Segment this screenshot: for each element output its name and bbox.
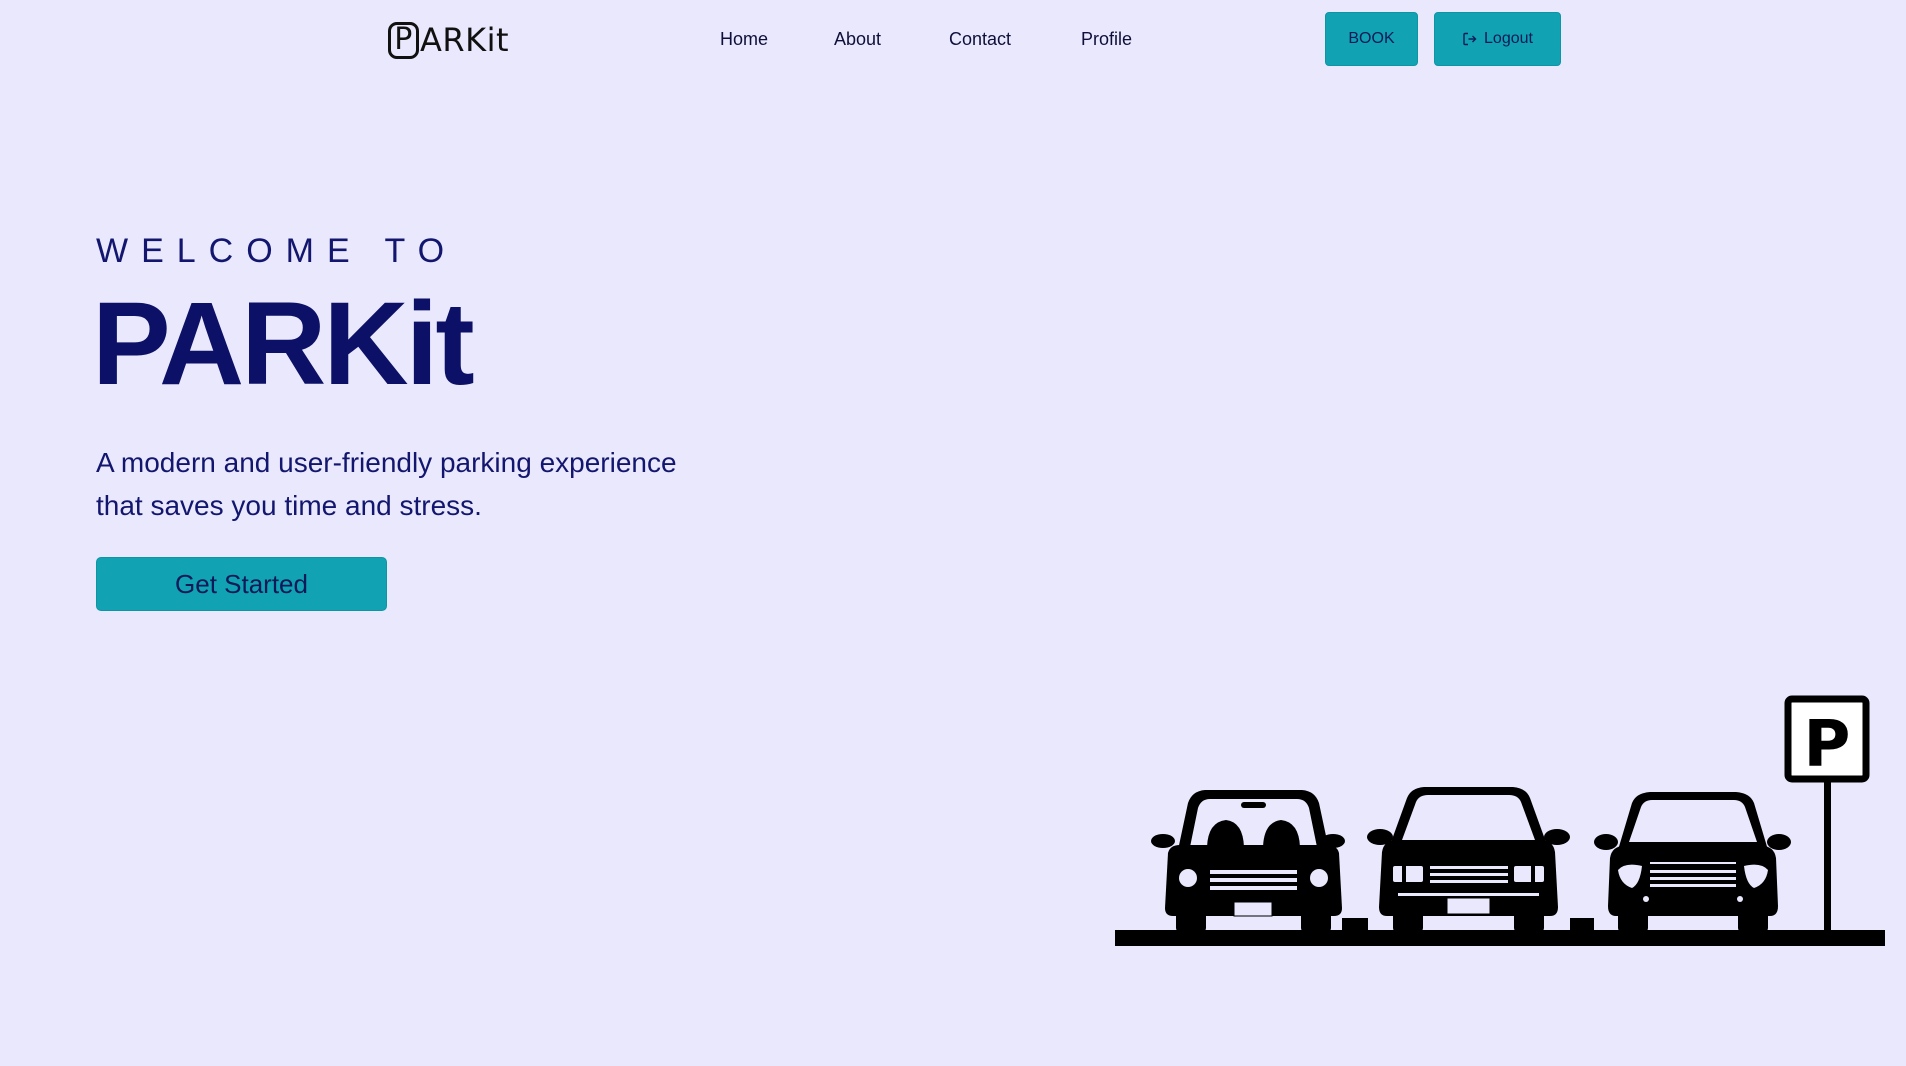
book-button[interactable]: BOOK xyxy=(1325,12,1418,66)
ground-line xyxy=(1115,930,1885,946)
logo-p-badge: P xyxy=(388,21,419,59)
tagline-line-1: A modern and user-friendly parking exper… xyxy=(96,447,677,478)
parking-sign-icon: P xyxy=(1784,695,1870,932)
brand-logo[interactable]: P ARKit xyxy=(388,19,509,61)
nav-profile-link[interactable]: Profile xyxy=(1081,26,1132,52)
nav-home-link[interactable]: Home xyxy=(720,26,768,52)
nav-about-link[interactable]: About xyxy=(834,26,881,52)
logout-icon xyxy=(1463,32,1477,46)
get-started-label: Get Started xyxy=(175,568,308,599)
car-icon xyxy=(1151,790,1345,932)
welcome-eyebrow: WELCOME TO xyxy=(96,232,458,270)
logout-button[interactable]: Logout xyxy=(1434,12,1561,66)
book-button-label: BOOK xyxy=(1348,30,1395,47)
logo-text: ARKit xyxy=(420,21,510,59)
parking-lot-illustration: P xyxy=(1115,695,1885,946)
nav-contact-link[interactable]: Contact xyxy=(949,26,1011,52)
curb-block xyxy=(1570,918,1594,932)
curb-block xyxy=(1342,918,1368,932)
parking-sign-letter: P xyxy=(1804,708,1851,782)
hero-title: PARKit xyxy=(92,278,475,410)
get-started-button[interactable]: Get Started xyxy=(96,557,387,611)
landing-page: P ARKit Home About Contact Profile BOOK L… xyxy=(0,0,1906,1066)
car-icon xyxy=(1367,787,1570,932)
hero-tagline: A modern and user-friendly parking exper… xyxy=(96,441,746,527)
logout-button-label: Logout xyxy=(1484,30,1533,47)
car-icon xyxy=(1594,792,1791,932)
tagline-line-2: that saves you time and stress. xyxy=(96,490,482,521)
